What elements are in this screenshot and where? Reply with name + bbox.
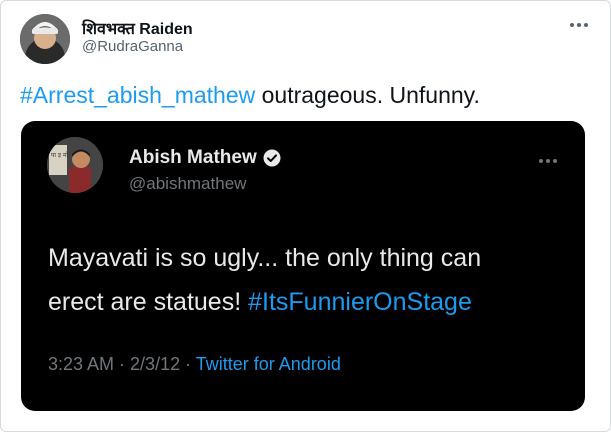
quoted-display-name[interactable]: Abish Mathew [129,147,281,169]
tweet-source-link[interactable]: Twitter for Android [196,354,341,374]
user-avatar[interactable] [20,14,70,64]
meta-separator-1: · [114,354,131,374]
display-name[interactable]: शिवभक्त Raiden [82,17,193,39]
avatar-image [20,14,70,64]
quoted-tweet-meta: 3:23 AM · 2/3/12 · Twitter for Android [48,354,341,375]
quoted-avatar-image: पा ड़ मो [47,137,103,193]
tweet-text-body: outrageous. Unfunny. [255,82,480,108]
quoted-hashtag-link[interactable]: #ItsFunnierOnStage [248,288,472,316]
tweet-text: #Arrest_abish_mathew outrageous. Unfunny… [20,82,480,109]
quoted-text-line-1: Mayavati is so ugly... the only thing ca… [48,244,482,272]
quoted-text-line-2: erect are statues! #ItsFunnierOnStage [48,280,568,324]
hashtag-link[interactable]: #Arrest_abish_mathew [20,82,255,108]
user-handle[interactable]: @RudraGanna [82,38,183,55]
more-options-icon[interactable] [568,18,590,32]
quoted-name-label: Abish Mathew [129,147,257,168]
tweet-date[interactable]: 2/3/12 [130,354,180,374]
meta-separator-2: · [180,354,196,374]
quoted-more-options-icon[interactable] [537,156,559,166]
verified-badge-icon [263,149,281,167]
quoted-text-body: erect are statues! [48,288,249,316]
quoted-user-avatar[interactable]: पा ड़ मो [47,137,103,193]
tweet-time[interactable]: 3:23 AM [48,354,114,374]
quoted-tweet-text: Mayavati is so ugly... the only thing ca… [48,236,568,324]
avatar-sign-text: पा ड़ मो [51,151,69,159]
quoted-user-handle[interactable]: @abishmathew [129,174,246,194]
